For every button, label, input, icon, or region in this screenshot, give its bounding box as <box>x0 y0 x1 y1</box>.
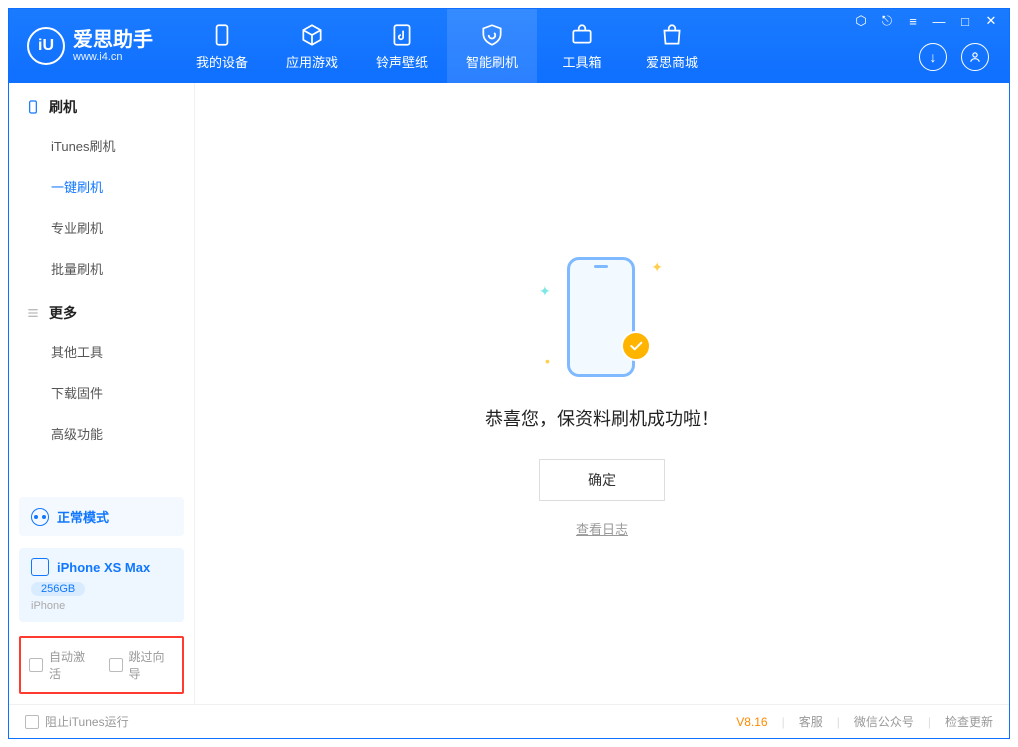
device-small-icon <box>31 558 49 576</box>
device-card[interactable]: iPhone XS Max 256GB iPhone <box>19 548 184 622</box>
skip-guide-option[interactable]: 跳过向导 <box>109 648 175 682</box>
checkbox-icon[interactable] <box>29 658 43 672</box>
sidebar-group-more: 更多 <box>9 289 194 331</box>
list-icon <box>25 305 41 321</box>
shield-refresh-icon <box>479 22 505 48</box>
group-title: 更多 <box>49 303 77 323</box>
sidebar-item-oneclick-flash[interactable]: 一键刷机 <box>9 166 194 207</box>
block-itunes-option[interactable]: 阻止iTunes运行 <box>25 713 129 730</box>
window-controls: ⬡ ⎋ ≡ — □ ✕ <box>853 13 999 29</box>
tab-ringtones[interactable]: 铃声壁纸 <box>357 9 447 83</box>
mode-card[interactable]: 正常模式 <box>19 497 184 536</box>
tab-label: 应用游戏 <box>286 52 338 71</box>
lock-icon[interactable]: ⎋ <box>879 13 895 29</box>
sidebar-item-batch-flash[interactable]: 批量刷机 <box>9 248 194 289</box>
tab-label: 智能刷机 <box>466 52 518 71</box>
ok-button[interactable]: 确定 <box>539 459 665 501</box>
header: iU 爱思助手 www.i4.cn 我的设备 应用游戏 铃声壁纸 智能刷机 <box>9 9 1009 83</box>
support-link[interactable]: 客服 <box>799 713 823 730</box>
sparkle-icon: ✦ <box>651 259 663 276</box>
footer: 阻止iTunes运行 V8.16 | 客服 | 微信公众号 | 检查更新 <box>9 704 1009 738</box>
sidebar-item-advanced[interactable]: 高级功能 <box>9 413 194 454</box>
top-tabs: 我的设备 应用游戏 铃声壁纸 智能刷机 工具箱 爱思商城 <box>177 9 717 83</box>
music-file-icon <box>389 22 415 48</box>
options-box: 自动激活 跳过向导 <box>19 636 184 694</box>
device-type: iPhone <box>31 600 172 612</box>
sidebar-item-pro-flash[interactable]: 专业刷机 <box>9 207 194 248</box>
bag-icon <box>659 22 685 48</box>
checkbox-icon[interactable] <box>25 715 39 729</box>
storage-badge: 256GB <box>31 582 85 596</box>
minimize-button[interactable]: — <box>931 13 947 29</box>
cube-icon <box>299 22 325 48</box>
tab-label: 我的设备 <box>196 52 248 71</box>
check-badge-icon <box>621 331 651 361</box>
separator: | <box>928 715 931 729</box>
success-illustration: ✦ ✦ • <box>547 249 657 379</box>
wechat-link[interactable]: 微信公众号 <box>854 713 914 730</box>
brand: iU 爱思助手 www.i4.cn <box>27 27 153 65</box>
tab-label: 爱思商城 <box>646 52 698 71</box>
main-panel: ✦ ✦ • 恭喜您，保资料刷机成功啦！ 确定 查看日志 <box>195 83 1009 704</box>
tab-flash[interactable]: 智能刷机 <box>447 9 537 83</box>
sidebar: 刷机 iTunes刷机 一键刷机 专业刷机 批量刷机 更多 其他工具 下载固件 … <box>9 83 195 704</box>
mode-label: 正常模式 <box>57 507 109 526</box>
option-label: 跳过向导 <box>129 648 175 682</box>
sidebar-item-other-tools[interactable]: 其他工具 <box>9 331 194 372</box>
separator: | <box>782 715 785 729</box>
toolbox-icon <box>569 22 595 48</box>
tab-label: 铃声壁纸 <box>376 52 428 71</box>
close-button[interactable]: ✕ <box>983 13 999 29</box>
download-icon[interactable]: ↓ <box>919 43 947 71</box>
brand-subtitle: www.i4.cn <box>73 51 153 63</box>
menu-icon[interactable]: ≡ <box>905 13 921 29</box>
device-icon <box>25 99 41 115</box>
tab-my-device[interactable]: 我的设备 <box>177 9 267 83</box>
body: 刷机 iTunes刷机 一键刷机 专业刷机 批量刷机 更多 其他工具 下载固件 … <box>9 83 1009 704</box>
user-icon[interactable] <box>961 43 989 71</box>
mode-icon <box>31 508 49 526</box>
header-right-icons: ↓ <box>919 43 989 71</box>
check-update-link[interactable]: 检查更新 <box>945 713 993 730</box>
phone-icon <box>209 22 235 48</box>
group-title: 刷机 <box>49 97 77 117</box>
brand-title: 爱思助手 <box>73 29 153 51</box>
tab-apps[interactable]: 应用游戏 <box>267 9 357 83</box>
view-log-link[interactable]: 查看日志 <box>576 519 628 538</box>
success-message: 恭喜您，保资料刷机成功啦！ <box>485 405 719 431</box>
sidebar-group-flash: 刷机 <box>9 83 194 125</box>
shirt-icon[interactable]: ⬡ <box>853 13 869 29</box>
tab-toolbox[interactable]: 工具箱 <box>537 9 627 83</box>
auto-activate-option[interactable]: 自动激活 <box>29 648 95 682</box>
sidebar-item-itunes-flash[interactable]: iTunes刷机 <box>9 125 194 166</box>
separator: | <box>837 715 840 729</box>
maximize-button[interactable]: □ <box>957 13 973 29</box>
footer-label: 阻止iTunes运行 <box>45 713 129 730</box>
option-label: 自动激活 <box>49 648 95 682</box>
version-label: V8.16 <box>736 715 767 729</box>
device-name: iPhone XS Max <box>57 560 150 575</box>
app-window: iU 爱思助手 www.i4.cn 我的设备 应用游戏 铃声壁纸 智能刷机 <box>8 8 1010 739</box>
tab-label: 工具箱 <box>562 52 601 71</box>
checkbox-icon[interactable] <box>109 658 123 672</box>
sidebar-item-download-firmware[interactable]: 下载固件 <box>9 372 194 413</box>
phone-outline-icon <box>567 257 635 377</box>
tab-store[interactable]: 爱思商城 <box>627 9 717 83</box>
sparkle-icon: • <box>545 353 550 369</box>
sparkle-icon: ✦ <box>539 283 551 300</box>
brand-logo-icon: iU <box>27 27 65 65</box>
